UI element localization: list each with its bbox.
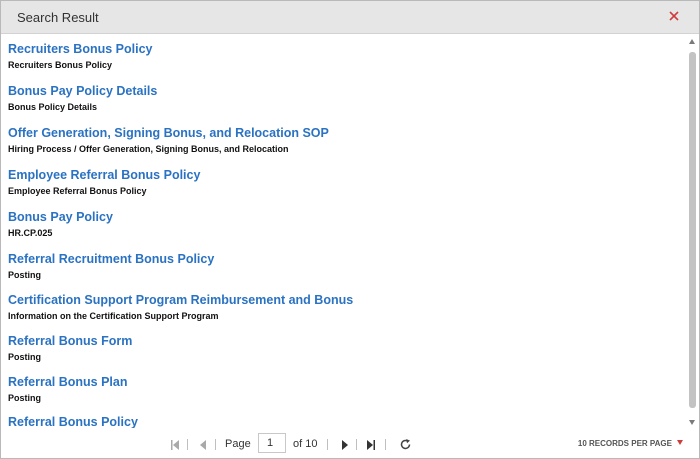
list-item: Referral Recruitment Bonus Policy Postin…: [8, 252, 214, 281]
result-description: Information on the Certification Support…: [8, 311, 219, 321]
page-count-label: of 10: [293, 438, 318, 450]
dialog-header: Search Result: [1, 1, 699, 34]
pagination-bar: Page of 10 10 RECORDS PER PAGE: [1, 431, 699, 458]
result-description: Hiring Process / Offer Generation, Signi…: [8, 144, 289, 154]
records-per-page-dropdown[interactable]: 10 RECORDS PER PAGE: [578, 439, 683, 448]
result-description: Recruiters Bonus Policy: [8, 60, 113, 70]
result-description: Bonus Policy Details: [8, 102, 98, 112]
list-item: Referral Bonus Form Posting: [8, 334, 132, 363]
refresh-icon[interactable]: [399, 438, 412, 456]
results-list: Recruiters Bonus Policy Recruiters Bonus…: [1, 34, 687, 428]
result-description: Employee Referral Bonus Policy: [8, 186, 147, 196]
result-title-link[interactable]: Certification Support Program Reimbursem…: [8, 293, 353, 308]
list-item: Offer Generation, Signing Bonus, and Rel…: [8, 126, 329, 155]
result-title-link[interactable]: Referral Bonus Form: [8, 334, 132, 349]
result-title-link[interactable]: Bonus Pay Policy: [8, 210, 113, 225]
divider: [327, 439, 328, 450]
page-number-input[interactable]: [258, 433, 286, 453]
records-per-page-label: 10 RECORDS PER PAGE: [577, 439, 672, 448]
divider: [385, 439, 386, 450]
scrollbar-thumb[interactable]: [689, 52, 696, 408]
vertical-scrollbar[interactable]: [689, 39, 696, 425]
page-label: Page: [225, 438, 251, 450]
previous-page-icon[interactable]: [197, 438, 209, 456]
first-page-icon[interactable]: [169, 438, 181, 456]
result-title-link[interactable]: Referral Bonus Policy: [8, 415, 138, 428]
divider: [187, 439, 188, 450]
list-item: Bonus Pay Policy Details Bonus Policy De…: [8, 84, 157, 113]
list-item: Certification Support Program Reimbursem…: [8, 293, 353, 322]
dialog-title: Search Result: [17, 10, 99, 25]
result-title-link[interactable]: Bonus Pay Policy Details: [8, 84, 157, 99]
scroll-up-icon[interactable]: [689, 39, 695, 44]
list-item: Employee Referral Bonus Policy Employee …: [8, 168, 200, 197]
next-page-icon[interactable]: [339, 438, 351, 456]
result-title-link[interactable]: Referral Recruitment Bonus Policy: [8, 252, 214, 267]
result-title-link[interactable]: Recruiters Bonus Policy: [8, 42, 153, 57]
result-title-link[interactable]: Employee Referral Bonus Policy: [8, 168, 200, 183]
search-result-dialog: Search Result Recruiters Bonus Policy Re…: [0, 0, 700, 459]
result-title-link[interactable]: Referral Bonus Plan: [8, 375, 127, 390]
close-icon[interactable]: [667, 9, 681, 23]
scroll-down-icon[interactable]: [689, 420, 695, 425]
divider: [215, 439, 216, 450]
result-description: Posting: [8, 270, 41, 280]
divider: [356, 439, 357, 450]
list-item: Recruiters Bonus Policy Recruiters Bonus…: [8, 42, 153, 71]
last-page-icon[interactable]: [365, 438, 377, 456]
list-item: Bonus Pay Policy HR.CP.025: [8, 210, 113, 239]
list-item: Referral Bonus Policy: [8, 415, 138, 428]
result-description: Posting: [8, 393, 41, 403]
result-description: HR.CP.025: [8, 228, 53, 238]
result-title-link[interactable]: Offer Generation, Signing Bonus, and Rel…: [8, 126, 329, 141]
result-description: Posting: [8, 352, 41, 362]
caret-down-icon: [677, 440, 683, 445]
list-item: Referral Bonus Plan Posting: [8, 375, 127, 404]
